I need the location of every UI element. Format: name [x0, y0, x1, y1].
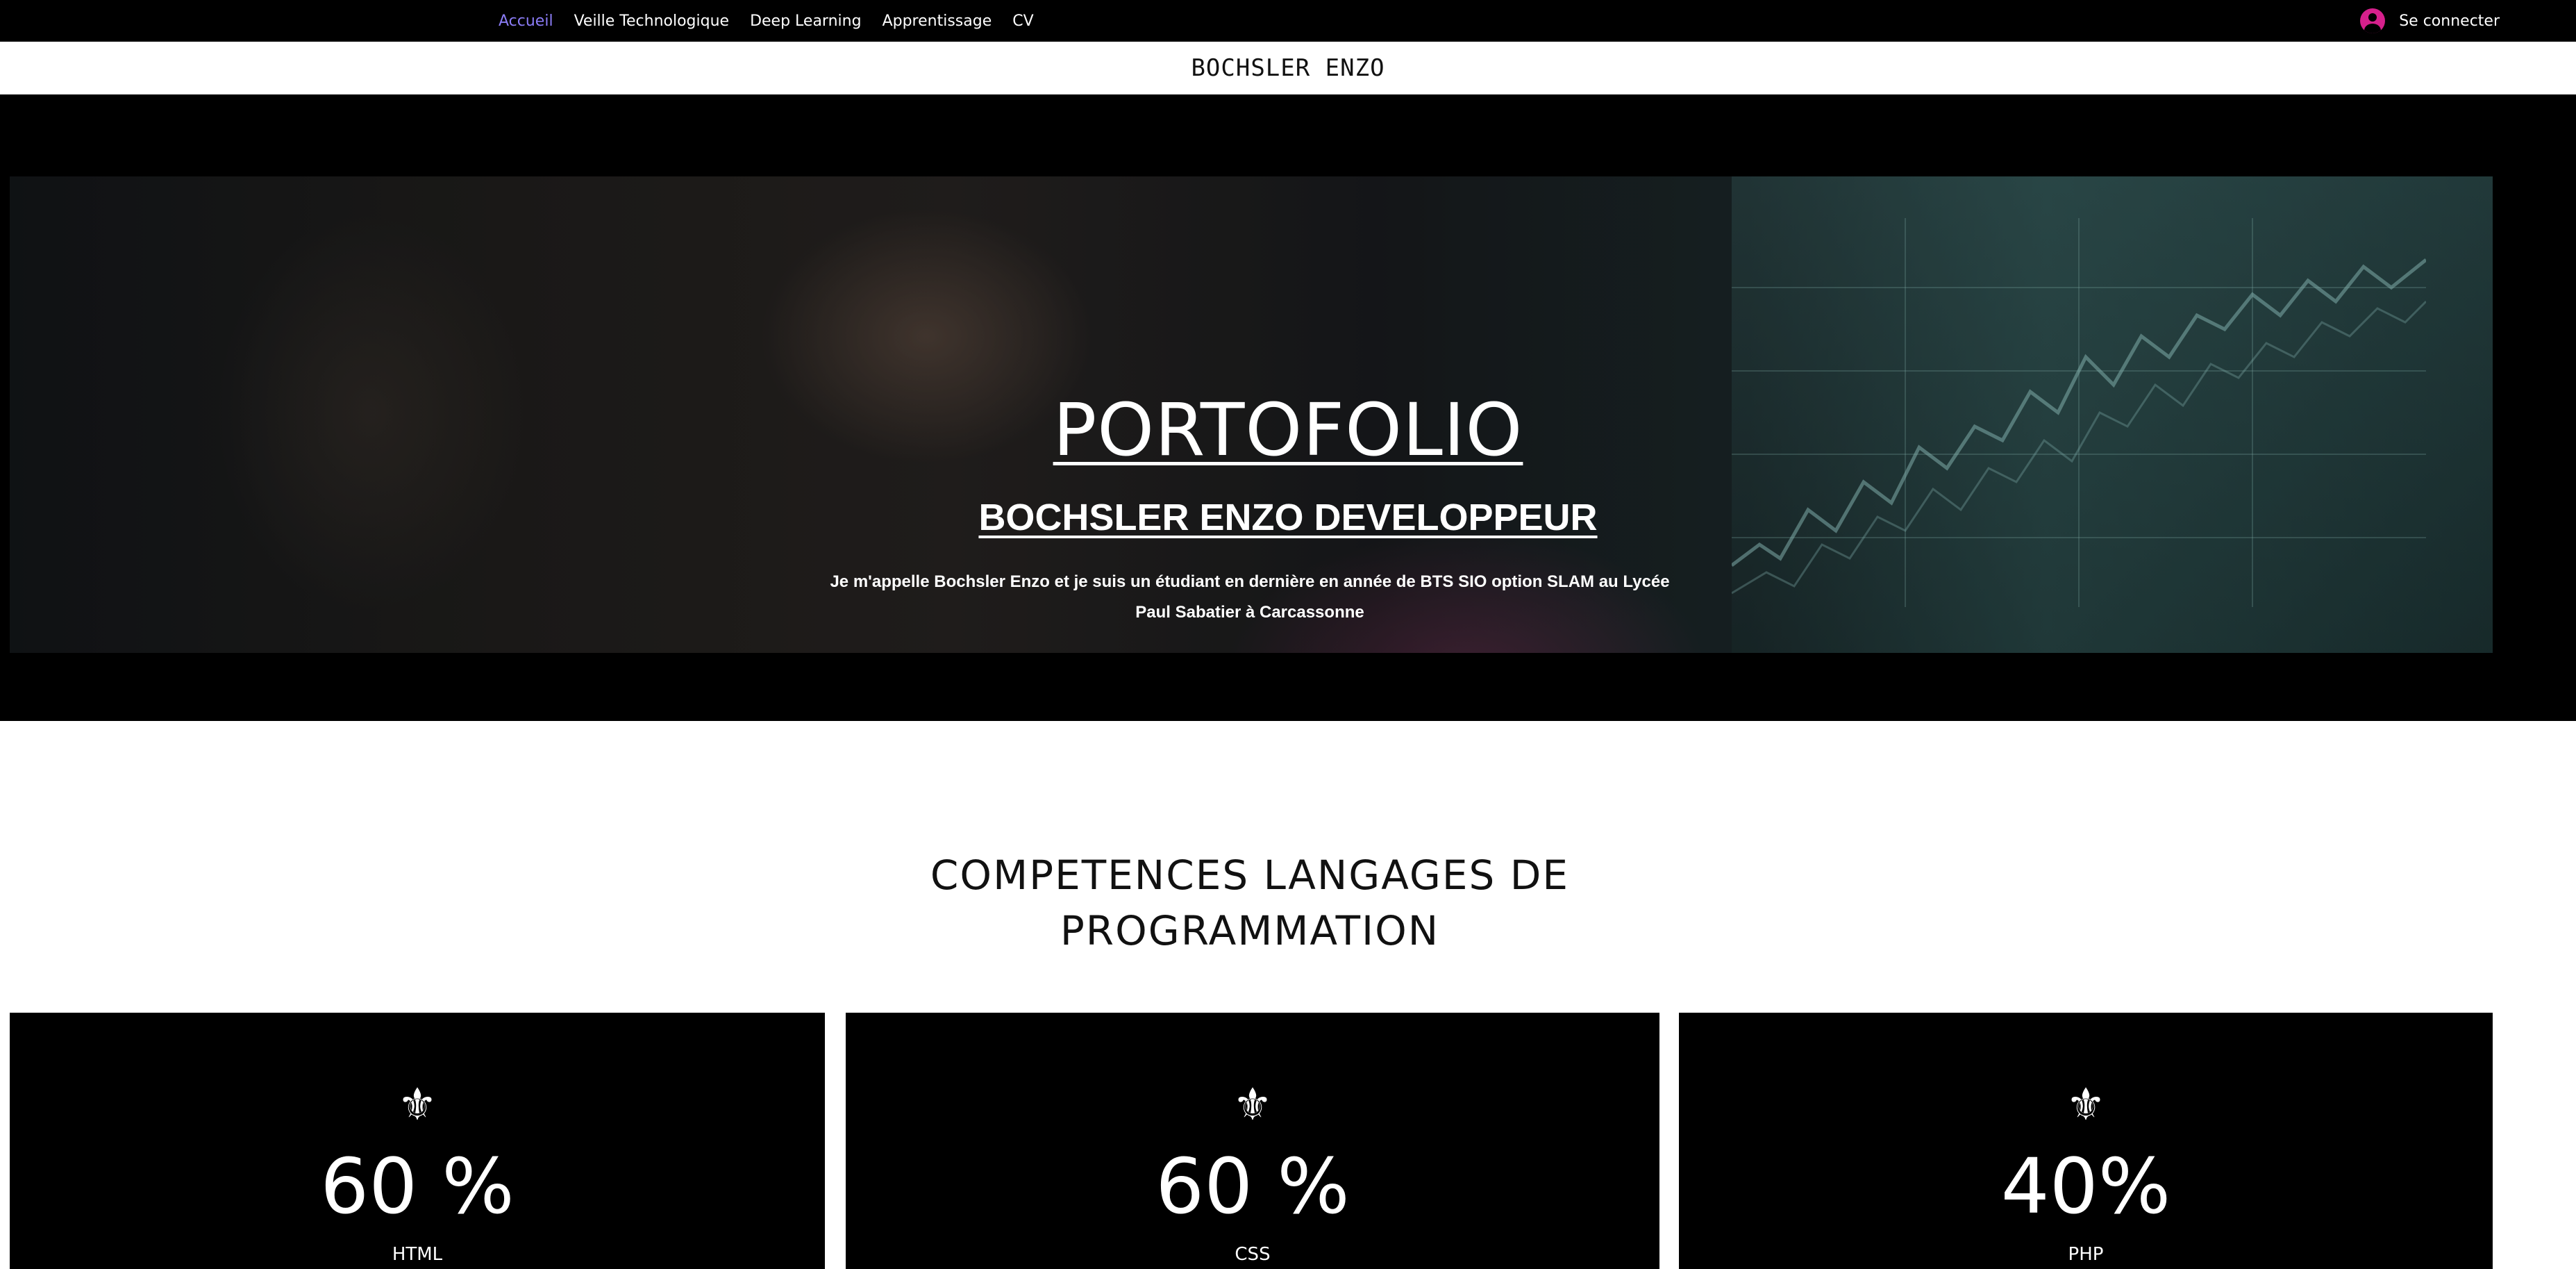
skill-percentage: 60 %	[1155, 1142, 1350, 1231]
site-title[interactable]: BOCHSLER ENZO	[0, 42, 2576, 94]
hero-subheading: BOCHSLER ENZO DEVELOPPEUR	[978, 497, 1598, 538]
login-button[interactable]: Se connecter	[2360, 0, 2500, 42]
skill-card-css: ⚜ 60 % CSS	[846, 1013, 1659, 1269]
nav-item-veille-technologique[interactable]: Veille Technologique	[574, 13, 730, 30]
hero-description-line-1: Je m'appelle Bochsler Enzo et je suis un…	[830, 572, 1670, 591]
skills-title-line-2: PROGRAMMATION	[1060, 907, 1440, 954]
login-label: Se connecter	[2399, 12, 2500, 30]
nav-item-accueil[interactable]: Accueil	[499, 13, 553, 30]
fleur-de-lis-icon: ⚜	[2066, 1079, 2106, 1131]
skill-label: HTML	[392, 1244, 443, 1265]
skill-percentage: 60 %	[320, 1142, 515, 1231]
skills-title-line-1: COMPETENCES LANGAGES DE	[930, 852, 1570, 899]
user-avatar-icon	[2360, 8, 2386, 33]
skill-card-php: ⚜ 40% PHP	[1679, 1013, 2493, 1269]
hero-heading: PORTOFOLIO	[1053, 388, 1523, 472]
skills-section-title: COMPETENCES LANGAGES DE PROGRAMMATION	[833, 847, 1666, 959]
skill-label: CSS	[1235, 1244, 1271, 1265]
skill-label: PHP	[2068, 1244, 2104, 1265]
hero-section: PORTOFOLIO BOCHSLER ENZO DEVELOPPEUR Je …	[0, 94, 2576, 721]
nav-item-apprentissage[interactable]: Apprentissage	[883, 13, 992, 30]
hero-description-line-2: Paul Sabatier à Carcassonne	[1135, 603, 1364, 622]
skill-percentage: 40%	[2000, 1142, 2171, 1231]
fleur-de-lis-icon: ⚜	[397, 1079, 437, 1131]
nav-item-cv[interactable]: CV	[1012, 13, 1033, 30]
site-title-band: BOCHSLER ENZO	[0, 42, 2576, 94]
main-menu: Accueil Veille Technologique Deep Learni…	[499, 0, 1034, 42]
hero-description: Je m'appelle Bochsler Enzo et je suis un…	[819, 567, 1680, 628]
top-nav-bar: Accueil Veille Technologique Deep Learni…	[0, 0, 2576, 42]
fleur-de-lis-icon: ⚜	[1232, 1079, 1273, 1131]
nav-item-deep-learning[interactable]: Deep Learning	[750, 13, 861, 30]
skill-card-html: ⚜ 60 % HTML	[10, 1013, 825, 1269]
